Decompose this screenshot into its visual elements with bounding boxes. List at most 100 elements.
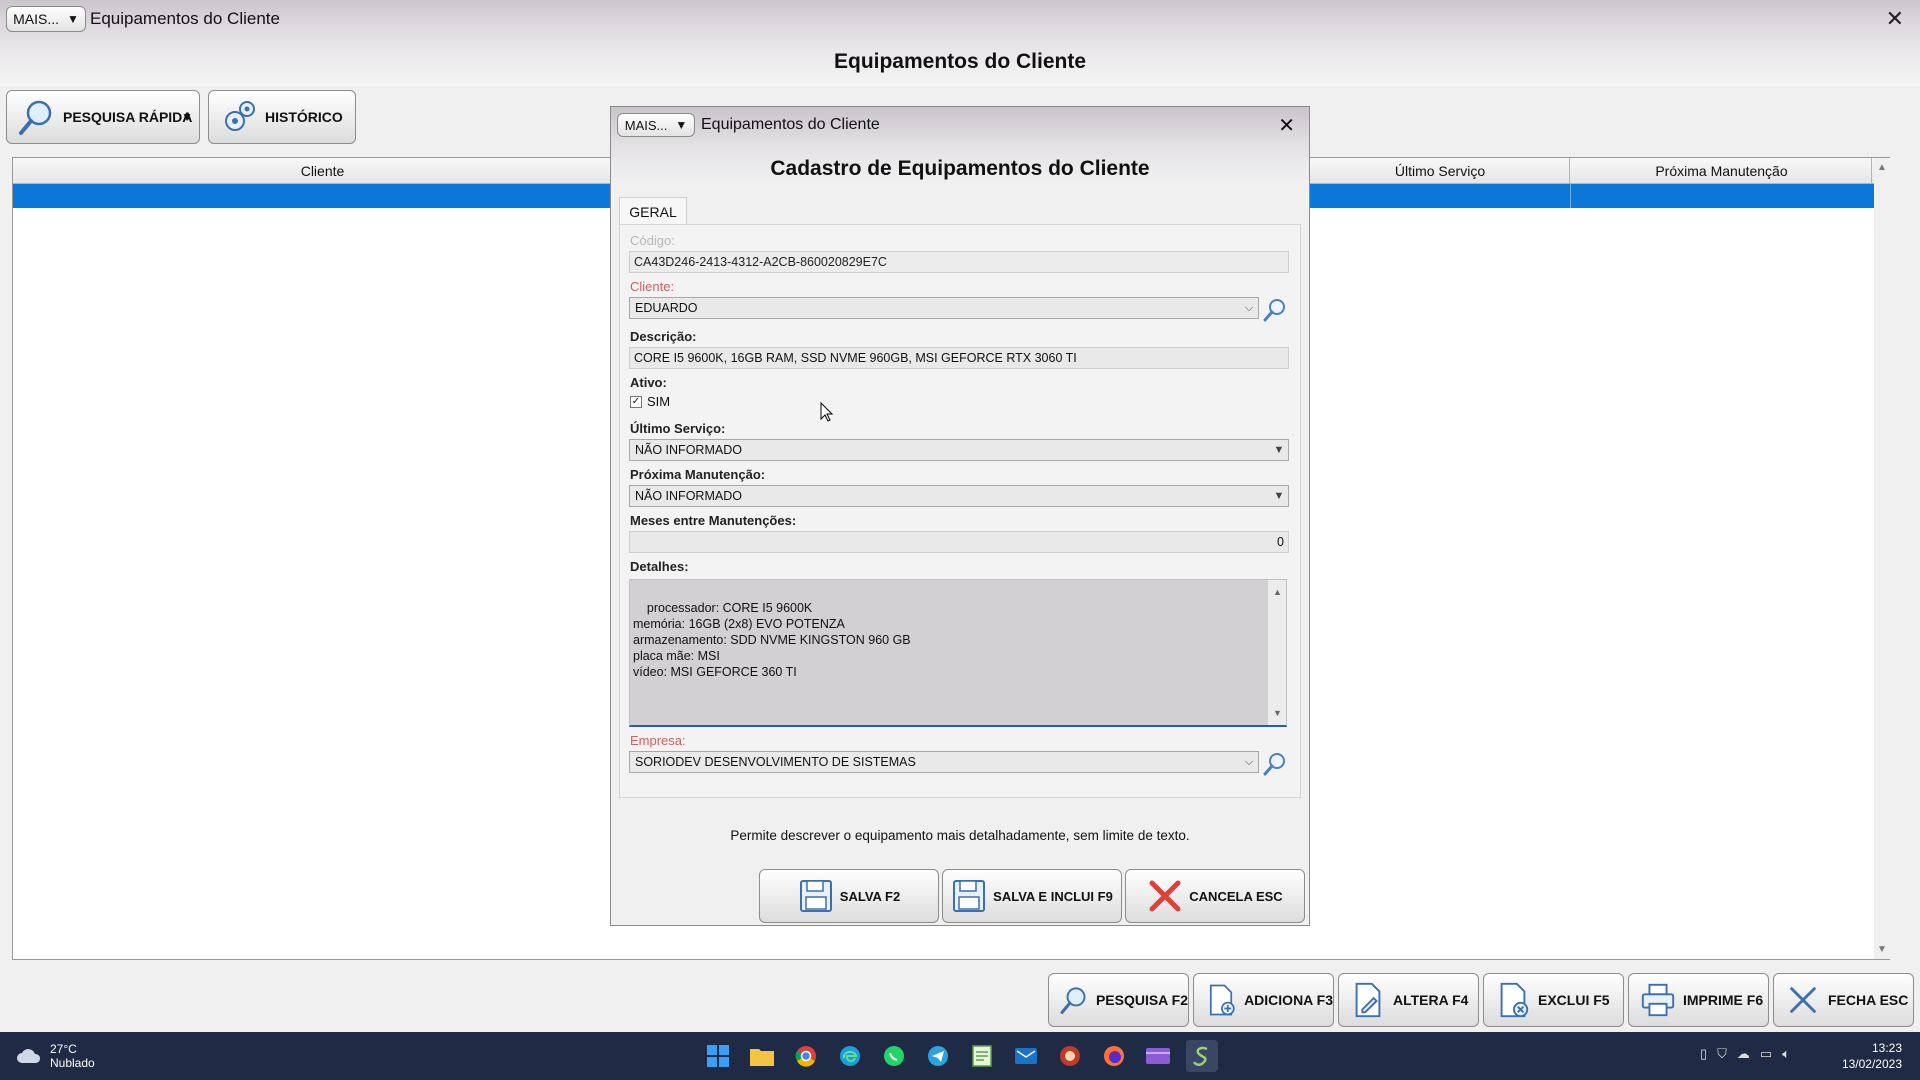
column-header-proxima-manutencao[interactable]: Próxima Manutenção bbox=[1572, 158, 1872, 184]
main-page-heading: Equipamentos do Cliente bbox=[833, 50, 1087, 73]
cancel-esc-button[interactable]: CANCELA ESC bbox=[1125, 869, 1305, 923]
save-include-f9-button[interactable]: SALVA E INCLUI F9 bbox=[942, 869, 1122, 923]
taskbar: 27°C Nublado ▯ ⛉ ☁ ▭ 🔈︎ 13:23 13/02/2023 bbox=[0, 1032, 1920, 1080]
ativo-label: Ativo: bbox=[630, 375, 667, 390]
dialog-mais-menu-button[interactable]: MAIS... ▼ bbox=[617, 113, 695, 137]
firefox-icon[interactable] bbox=[1098, 1040, 1130, 1072]
quick-search-button[interactable]: PESQUISA RÁPIDA ▼ bbox=[6, 90, 200, 144]
magnifier-icon bbox=[19, 100, 52, 135]
weather-temperature: 27°C bbox=[50, 1042, 77, 1056]
ativo-checkbox[interactable]: ✓ bbox=[630, 396, 642, 408]
detalhes-text: processador: CORE I5 9600K memória: 16GB… bbox=[633, 601, 911, 679]
descricao-field[interactable]: CORE I5 9600K, 16GB RAM, SSD NVME 960GB,… bbox=[629, 347, 1289, 369]
scroll-up-icon[interactable]: ▲ bbox=[1877, 162, 1887, 173]
delete-document-icon bbox=[1500, 982, 1529, 1018]
proxima-manutencao-label: Próxima Manutenção: bbox=[630, 467, 766, 482]
clock-date: 13/02/2023 bbox=[1841, 1057, 1902, 1071]
file-explorer-icon[interactable] bbox=[746, 1040, 778, 1072]
network-icon[interactable]: ▭ bbox=[1760, 1046, 1772, 1062]
delete-f5-button[interactable]: EXCLUI F5 bbox=[1483, 973, 1624, 1027]
add-f3-label: ADICIONA F3 bbox=[1244, 992, 1333, 1008]
column-header-cliente[interactable]: Cliente bbox=[13, 158, 633, 184]
floppy-disk-icon bbox=[953, 880, 986, 912]
system-tray[interactable]: ▯ ⛉ ☁ ▭ 🔈︎ bbox=[1700, 1046, 1790, 1062]
empresa-search-icon[interactable] bbox=[1262, 751, 1288, 777]
dropdown-arrow-icon[interactable]: ▼ bbox=[1270, 440, 1288, 460]
edge-icon[interactable] bbox=[834, 1040, 866, 1072]
meses-field[interactable]: 0 bbox=[629, 531, 1289, 553]
add-f3-button[interactable]: ADICIONA F3 bbox=[1193, 973, 1334, 1027]
print-f6-button[interactable]: IMPRIME F6 bbox=[1628, 973, 1769, 1027]
history-label: HISTÓRICO bbox=[265, 109, 343, 125]
detalhes-label: Detalhes: bbox=[630, 559, 689, 574]
dropdown-arrow-icon[interactable]: ▼ bbox=[1270, 486, 1288, 506]
search-f2-label: PESQUISA F2 bbox=[1095, 992, 1188, 1008]
volume-icon[interactable]: 🔈︎ bbox=[1782, 1046, 1790, 1062]
gears-icon bbox=[225, 101, 255, 131]
whatsapp-icon[interactable] bbox=[878, 1040, 910, 1072]
save-include-f9-label: SALVA E INCLUI F9 bbox=[993, 888, 1113, 904]
floppy-disk-icon bbox=[799, 880, 832, 912]
outlook-icon[interactable] bbox=[1010, 1040, 1042, 1072]
soriodev-icon[interactable] bbox=[1186, 1040, 1218, 1072]
close-esc-label: FECHA ESC bbox=[1828, 992, 1909, 1008]
cliente-combobox[interactable]: EDUARDO ⌵ bbox=[629, 297, 1259, 319]
cancel-x-icon bbox=[1149, 880, 1181, 912]
main-window-title: Equipamentos do Cliente bbox=[90, 9, 280, 28]
start-icon[interactable] bbox=[702, 1040, 734, 1072]
scroll-down-icon[interactable]: ▼ bbox=[1273, 705, 1282, 721]
ultimo-servico-value: NÃO INFORMADO bbox=[635, 443, 742, 457]
cliente-search-icon[interactable] bbox=[1262, 297, 1288, 323]
quick-search-caret-icon[interactable]: ▼ bbox=[181, 110, 193, 124]
grid-vertical-scrollbar[interactable]: ▲ ▼ bbox=[1874, 158, 1890, 959]
codigo-field: CA43D246-2413-4312-A2CB-860020829E7C bbox=[629, 251, 1289, 273]
app-icon[interactable] bbox=[1054, 1040, 1086, 1072]
weather-condition: Nublado bbox=[50, 1056, 95, 1070]
meses-label: Meses entre Manutenções: bbox=[630, 513, 797, 528]
edit-f4-button[interactable]: ALTERA F4 bbox=[1338, 973, 1479, 1027]
main-mais-menu-button[interactable]: MAIS... ▼ bbox=[6, 6, 86, 32]
close-esc-button[interactable]: FECHA ESC bbox=[1773, 973, 1914, 1027]
battery-icon[interactable]: ▯ bbox=[1700, 1046, 1707, 1062]
scroll-up-icon[interactable]: ▲ bbox=[1273, 584, 1282, 600]
search-f2-button[interactable]: PESQUISA F2 bbox=[1048, 973, 1189, 1027]
cloud-icon bbox=[17, 1049, 41, 1063]
main-close-icon[interactable]: ✕ bbox=[1886, 6, 1904, 32]
delete-f5-label: EXCLUI F5 bbox=[1538, 992, 1610, 1008]
empresa-combobox[interactable]: SORIODEV DESENVOLVIMENTO DE SISTEMAS ⌵ bbox=[629, 751, 1259, 773]
dialog-titlebar: MAIS... ▼ Equipamentos do Cliente ✕ bbox=[611, 107, 1309, 145]
tab-geral[interactable]: GERAL bbox=[619, 197, 687, 225]
scroll-down-icon[interactable]: ▼ bbox=[1877, 944, 1887, 955]
detalhes-textarea[interactable]: processador: CORE I5 9600K memória: 16GB… bbox=[629, 579, 1287, 727]
notepad-icon[interactable] bbox=[966, 1040, 998, 1072]
save-f2-button[interactable]: SALVA F2 bbox=[759, 869, 939, 923]
ativo-option-label[interactable]: SIM bbox=[647, 394, 670, 409]
chevron-down-icon[interactable]: ⌵ bbox=[1240, 298, 1258, 318]
caret-down-icon: ▼ bbox=[675, 118, 688, 132]
add-document-icon bbox=[1209, 984, 1235, 1016]
weather-widget[interactable]: 27°C Nublado bbox=[16, 1042, 95, 1070]
print-f6-label: IMPRIME F6 bbox=[1683, 992, 1764, 1008]
shield-icon[interactable]: ⛉ bbox=[1717, 1046, 1727, 1062]
ultimo-servico-select[interactable]: NÃO INFORMADO ▼ bbox=[629, 439, 1289, 461]
dialog-title: Equipamentos do Cliente bbox=[701, 116, 880, 133]
column-header-ultimo-servico[interactable]: Último Serviço bbox=[1311, 158, 1570, 184]
cloud-sync-icon[interactable]: ☁ bbox=[1737, 1046, 1750, 1062]
magnifier-icon bbox=[1060, 987, 1086, 1014]
cliente-label: Cliente: bbox=[630, 279, 675, 294]
chevron-down-icon[interactable]: ⌵ bbox=[1240, 752, 1258, 772]
codigo-label: Código: bbox=[630, 233, 675, 248]
dialog-close-icon[interactable]: ✕ bbox=[1278, 113, 1295, 138]
media-icon[interactable] bbox=[1142, 1040, 1174, 1072]
caret-down-icon: ▼ bbox=[67, 12, 79, 26]
telegram-icon[interactable] bbox=[922, 1040, 954, 1072]
mouse-cursor-icon bbox=[820, 402, 834, 422]
proxima-manutencao-select[interactable]: NÃO INFORMADO ▼ bbox=[629, 485, 1289, 507]
dialog-heading: Cadastro de Equipamentos do Cliente bbox=[770, 157, 1150, 180]
history-button[interactable]: HISTÓRICO bbox=[208, 90, 356, 144]
clock[interactable]: 13:23 13/02/2023 bbox=[1842, 1040, 1902, 1072]
main-titlebar: MAIS... ▼ Equipamentos do Cliente ✕ bbox=[0, 0, 1920, 40]
save-f2-label: SALVA F2 bbox=[839, 888, 901, 904]
chrome-icon[interactable] bbox=[790, 1040, 822, 1072]
detalhes-scrollbar[interactable]: ▲ ▼ bbox=[1268, 580, 1286, 725]
